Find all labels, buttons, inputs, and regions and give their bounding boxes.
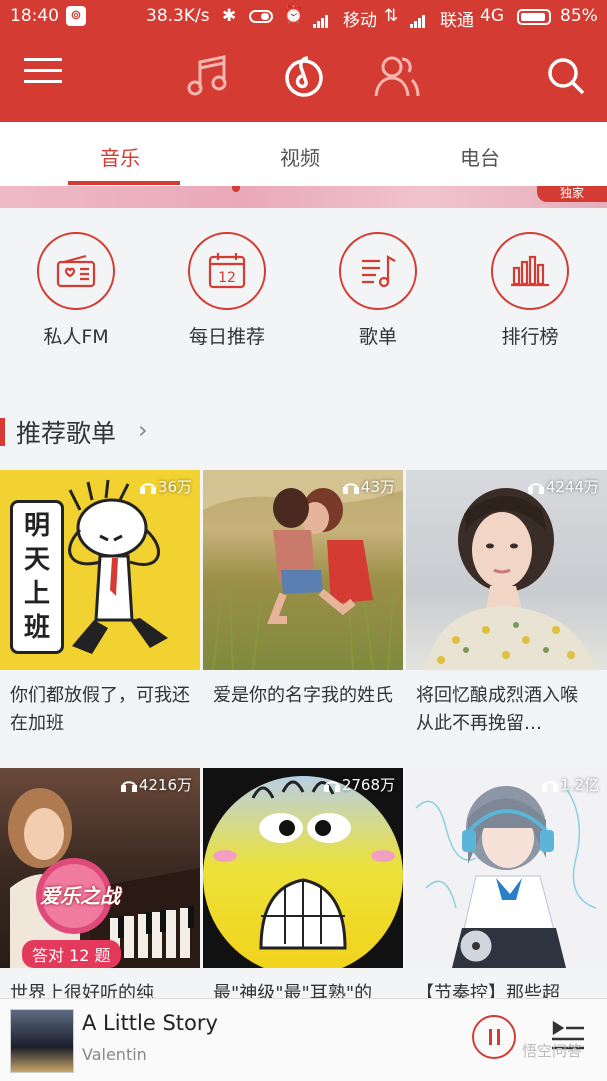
- banner-badge: 独家: [537, 186, 607, 202]
- play-count: 2768万: [323, 774, 395, 795]
- quick-entry-charts[interactable]: 排行榜: [470, 232, 590, 349]
- battery-icon: [517, 9, 551, 25]
- watermark: 悟空问答: [522, 1042, 583, 1060]
- playlist-icon: [339, 232, 417, 310]
- playlist-title: 爱是你的名字我的姓氏: [213, 685, 393, 706]
- playlist-card[interactable]: 43万 爱是你的名字我的姓氏: [203, 470, 403, 738]
- playlist-cover: 4244万: [406, 470, 607, 670]
- play-count: 43万: [342, 476, 395, 497]
- playlist-title: 将回忆酿成烈酒入喉 从此不再挽留…: [416, 685, 578, 734]
- data-transfer-icon: ⇅: [384, 6, 399, 26]
- tab-radio[interactable]: 电台: [460, 142, 500, 171]
- top-header: 18:40 ⊚ 38.3K/s ✱ ⏰ 移动 ⇅ 联通 4G 85%: [0, 0, 607, 122]
- tab-video[interactable]: 视频: [280, 142, 320, 171]
- now-playing-title: A Little Story: [82, 1011, 218, 1035]
- playlist-card[interactable]: 1.2亿 【节奏控】那些超: [406, 768, 607, 1036]
- mini-player[interactable]: A Little Story Valentin: [0, 998, 607, 1081]
- playlist-cover: 2768万: [203, 768, 403, 968]
- section-title[interactable]: 推荐歌单: [16, 414, 116, 450]
- playlist-cover: 1.2亿: [406, 768, 607, 968]
- playlist-card[interactable]: 2768万 最"神级"最"耳熟"的: [203, 768, 403, 1036]
- quick-entry-playlist[interactable]: 歌单: [318, 232, 438, 349]
- headphones-icon: [527, 482, 544, 494]
- play-count: 1.2亿: [542, 774, 599, 795]
- status-bar: 18:40 ⊚ 38.3K/s ✱ ⏰ 移动 ⇅ 联通 4G 85%: [0, 0, 607, 34]
- now-playing-artist: Valentin: [82, 1045, 147, 1064]
- playlist-cover: 明天上班 36万: [0, 470, 200, 670]
- headphones-icon: [323, 780, 340, 792]
- search-icon[interactable]: [546, 56, 586, 100]
- signal-icon: [410, 8, 426, 28]
- tab-active-indicator: [68, 181, 180, 185]
- chart-bars-icon: [491, 232, 569, 310]
- play-count: 36万: [139, 476, 192, 497]
- cover-badge: 答对 12 题: [22, 940, 121, 968]
- netease-music-icon: ⊚: [66, 6, 86, 26]
- playlist-cover: 爱乐之战 答对 12 题 4216万: [0, 768, 200, 968]
- status-network: 4G: [480, 6, 504, 26]
- quick-entry-daily[interactable]: 12 每日推荐: [167, 232, 287, 349]
- playlist-title: 你们都放假了，可我还在加班: [10, 685, 190, 734]
- album-art[interactable]: [10, 1009, 74, 1073]
- toggle-icon: [249, 10, 273, 23]
- status-carrier1: 移动: [343, 11, 377, 31]
- play-count: 4216万: [120, 774, 192, 795]
- bluetooth-icon: ✱: [222, 6, 237, 26]
- headphones-icon: [342, 482, 359, 494]
- status-time: 18:40: [10, 6, 59, 26]
- quick-entry-label: 私人FM: [43, 326, 109, 348]
- playlist-cover: 43万: [203, 470, 403, 670]
- status-carrier2: 联通: [440, 11, 474, 31]
- status-speed: 38.3K/s: [146, 6, 210, 26]
- playlist-card[interactable]: 明天上班 36万 你们都放假了，可我还在加班: [0, 470, 200, 738]
- headphones-icon: [542, 780, 559, 792]
- alarm-icon: ⏰: [283, 5, 305, 25]
- banner-carousel[interactable]: [0, 186, 607, 208]
- status-battery: 85%: [560, 6, 598, 26]
- headphones-icon: [120, 780, 137, 792]
- cover-text-badge: 明天上班: [10, 500, 64, 654]
- pause-button[interactable]: [472, 1015, 516, 1059]
- calendar-icon: 12: [188, 232, 266, 310]
- play-count: 4244万: [527, 476, 599, 497]
- netease-logo-icon[interactable]: [282, 52, 326, 104]
- cover-logo-text: 爱乐之战: [40, 884, 120, 908]
- signal-icon: [313, 8, 329, 28]
- menu-icon[interactable]: [24, 56, 62, 90]
- friends-icon[interactable]: [374, 54, 420, 102]
- quick-entry-label: 排行榜: [501, 326, 559, 348]
- tab-music[interactable]: 音乐: [100, 142, 140, 171]
- tab-bar: 音乐 视频 电台: [0, 122, 607, 186]
- chevron-right-icon[interactable]: ›: [138, 416, 148, 444]
- quick-entry-label: 每日推荐: [188, 326, 265, 348]
- section-marker: [0, 418, 5, 446]
- music-note-icon[interactable]: [186, 54, 230, 102]
- quick-entry-fm[interactable]: 私人FM: [16, 232, 136, 349]
- playlist-card[interactable]: 爱乐之战 答对 12 题 4216万 世界上很好听的纯: [0, 768, 200, 1036]
- playlist-card[interactable]: 4244万 将回忆酿成烈酒入喉 从此不再挽留…: [406, 470, 607, 738]
- svg-text:12: 12: [218, 270, 236, 286]
- quick-entry-label: 歌单: [358, 326, 397, 348]
- headphones-icon: [139, 482, 156, 494]
- radio-icon: [37, 232, 115, 310]
